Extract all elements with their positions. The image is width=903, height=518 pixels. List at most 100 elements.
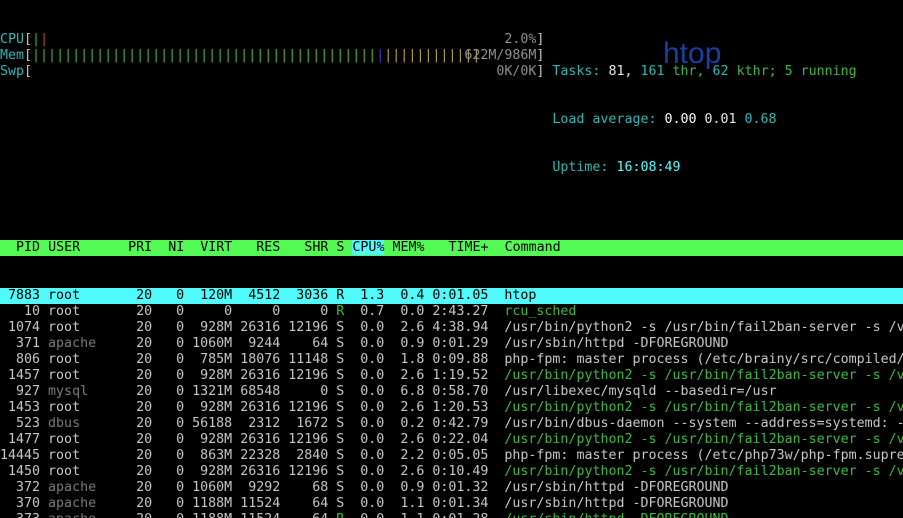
mem-meter: Mem[||||||||||||||||||||||||||||||||||||…	[0, 48, 544, 64]
cell-command: /usr/sbin/httpd -DFOREGROUND	[504, 496, 728, 511]
cell-usage: 0.0 2.6 0:22.04	[344, 432, 504, 447]
cell-metrics: 20 0 863M 22328 2840	[120, 448, 336, 463]
cell-usage: 0.0 1.8 0:09.88	[344, 352, 504, 367]
cell-command: /usr/sbin/httpd -DFOREGROUND	[504, 336, 728, 351]
cpu-meter-ticks: ||	[32, 32, 48, 48]
process-row[interactable]: 372 apache 20 0 1060M 9292 68 S 0.0 0.9 …	[0, 480, 903, 496]
cell-command: php-fpm: master process (/etc/php73w/php…	[504, 448, 903, 463]
process-row[interactable]: 371 apache 20 0 1060M 9244 64 S 0.0 0.9 …	[0, 336, 903, 352]
process-row[interactable]: 1450 root 20 0 928M 26316 12196 S 0.0 2.…	[0, 464, 903, 480]
column-header-command[interactable]: Command	[505, 240, 561, 255]
cell-pid: 1477	[0, 432, 48, 447]
process-list: 7883 root 20 0 120M 4512 3036 R 1.3 0.4 …	[0, 288, 903, 518]
cell-usage: 0.0 2.6 0:10.49	[344, 464, 504, 479]
process-row[interactable]: 14445 root 20 0 863M 22328 2840 S 0.0 2.…	[0, 448, 903, 464]
cell-metrics: 20 0 56188 2312 1672	[120, 416, 336, 431]
bracket-close: ]	[536, 64, 544, 79]
bracket-close: ]	[536, 48, 544, 63]
cell-command: /usr/bin/python2 -s /usr/bin/fail2ban-se…	[504, 400, 903, 415]
bracket-open: [	[24, 48, 32, 63]
cell-pid: 1074	[0, 320, 48, 335]
cell-usage: 0.0 0.9 0:01.29	[344, 336, 504, 351]
cell-metrics: 20 0 120M 4512 3036	[120, 288, 336, 303]
process-row[interactable]: 373 apache 20 0 1188M 11524 64 R 0.0 1.1…	[0, 512, 903, 518]
watermark-text: htop	[663, 46, 721, 62]
process-table-header: PID USER PRI NI VIRT RES SHR S CPU% MEM%…	[0, 240, 903, 256]
cell-pid: 14445	[0, 448, 48, 463]
process-row[interactable]: 370 apache 20 0 1188M 11524 64 S 0.0 1.1…	[0, 496, 903, 512]
cpu-meter-bar: ||2.0%	[32, 32, 536, 48]
process-row[interactable]: 1453 root 20 0 928M 26316 12196 S 0.0 2.…	[0, 400, 903, 416]
column-header-res[interactable]: RES	[256, 240, 280, 255]
cell-usage: 0.7 0.0 2:43.27	[344, 304, 504, 319]
cell-pid: 371	[0, 336, 48, 351]
cell-command: htop	[504, 288, 536, 303]
process-row[interactable]: 1477 root 20 0 928M 26316 12196 S 0.0 2.…	[0, 432, 903, 448]
cell-command: rcu_sched	[504, 304, 576, 319]
process-row[interactable]: 1074 root 20 0 928M 26316 12196 S 0.0 2.…	[0, 320, 903, 336]
bracket-close: ]	[536, 32, 544, 47]
cell-user: root	[48, 304, 120, 319]
cell-user: root	[48, 352, 120, 367]
column-header-ni[interactable]: NI	[168, 240, 184, 255]
cell-metrics: 20 0 928M 26316 12196	[120, 368, 336, 383]
header-meters: CPU[||2.0%]Mem[|||||||||||||||||||||||||…	[0, 32, 903, 208]
column-header-pid[interactable]: PID	[16, 240, 40, 255]
column-header-virt[interactable]: VIRT	[200, 240, 232, 255]
process-row[interactable]: 10 root 20 0 0 0 0 R 0.7 0.0 2:43.27 rcu…	[0, 304, 903, 320]
uptime: Uptime: 16:08:49	[552, 160, 856, 176]
cell-usage: 0.0 2.6 1:19.52	[344, 368, 504, 383]
cell-pid: 7883	[0, 288, 48, 303]
cell-user: apache	[48, 512, 120, 518]
cell-pid: 10	[0, 304, 48, 319]
cell-command: /usr/bin/dbus-daemon --system --address=…	[504, 416, 903, 431]
cell-usage: 1.3 0.4 0:01.05	[344, 288, 504, 303]
cell-metrics: 20 0 928M 26316 12196	[120, 320, 336, 335]
swp-meter-value: 0K/0K	[496, 64, 536, 80]
swp-meter-bar: 0K/0K	[32, 64, 536, 80]
cell-command: /usr/bin/python2 -s /usr/bin/fail2ban-se…	[504, 464, 903, 479]
process-row[interactable]: 7883 root 20 0 120M 4512 3036 R 1.3 0.4 …	[0, 288, 903, 304]
cell-user: mysql	[48, 384, 120, 399]
cell-command: /usr/bin/python2 -s /usr/bin/fail2ban-se…	[504, 368, 903, 383]
cell-user: apache	[48, 480, 120, 495]
process-row[interactable]: 927 mysql 20 0 1321M 68548 0 S 0.0 6.8 0…	[0, 384, 903, 400]
mem-meter-ticks: ||||||||||||||||||||||||||||||||||||||||…	[32, 48, 480, 64]
process-row[interactable]: 806 root 20 0 785M 18076 11148 S 0.0 1.8…	[0, 352, 903, 368]
cell-metrics: 20 0 928M 26316 12196	[120, 464, 336, 479]
meter-column: CPU[||2.0%]Mem[|||||||||||||||||||||||||…	[0, 32, 544, 208]
column-header-time[interactable]: TIME+	[449, 240, 489, 255]
cell-command: /usr/libexec/mysqld --basedir=/usr	[504, 384, 776, 399]
cell-metrics: 20 0 1321M 68548 0	[120, 384, 336, 399]
cell-usage: 0.0 6.8 0:58.70	[344, 384, 504, 399]
cell-command: /usr/bin/python2 -s /usr/bin/fail2ban-se…	[504, 320, 903, 335]
cell-user: root	[48, 432, 120, 447]
cell-metrics: 20 0 0 0 0	[120, 304, 336, 319]
cell-user: root	[48, 288, 120, 303]
cell-user: root	[48, 400, 120, 415]
process-row[interactable]: 523 dbus 20 0 56188 2312 1672 S 0.0 0.2 …	[0, 416, 903, 432]
mem-meter-label: Mem	[0, 48, 24, 63]
cell-user: apache	[48, 336, 120, 351]
column-header-user[interactable]: USER	[48, 240, 120, 255]
column-header-cpu[interactable]: CPU%	[352, 240, 384, 255]
cell-pid: 1457	[0, 368, 48, 383]
cell-usage: 0.0 2.6 4:38.94	[344, 320, 504, 335]
cell-pid: 370	[0, 496, 48, 511]
column-header-mem[interactable]: MEM%	[392, 240, 424, 255]
cell-metrics: 20 0 1060M 9244 64	[120, 336, 336, 351]
cell-user: apache	[48, 496, 120, 511]
cell-pid: 373	[0, 512, 48, 518]
htop-terminal: CPU[||2.0%]Mem[|||||||||||||||||||||||||…	[0, 0, 903, 518]
cell-usage: 0.0 2.2 0:05.05	[344, 448, 504, 463]
cell-metrics: 20 0 928M 26316 12196	[120, 400, 336, 415]
swp-meter-label: Swp	[0, 64, 24, 79]
cell-user: root	[48, 368, 120, 383]
cell-usage: 0.0 0.9 0:01.32	[344, 480, 504, 495]
process-row[interactable]: 1457 root 20 0 928M 26316 12196 S 0.0 2.…	[0, 368, 903, 384]
column-header-shr[interactable]: SHR	[304, 240, 328, 255]
column-header-pri[interactable]: PRI	[128, 240, 152, 255]
cell-pid: 523	[0, 416, 48, 431]
cell-pid: 1453	[0, 400, 48, 415]
cell-metrics: 20 0 785M 18076 11148	[120, 352, 336, 367]
